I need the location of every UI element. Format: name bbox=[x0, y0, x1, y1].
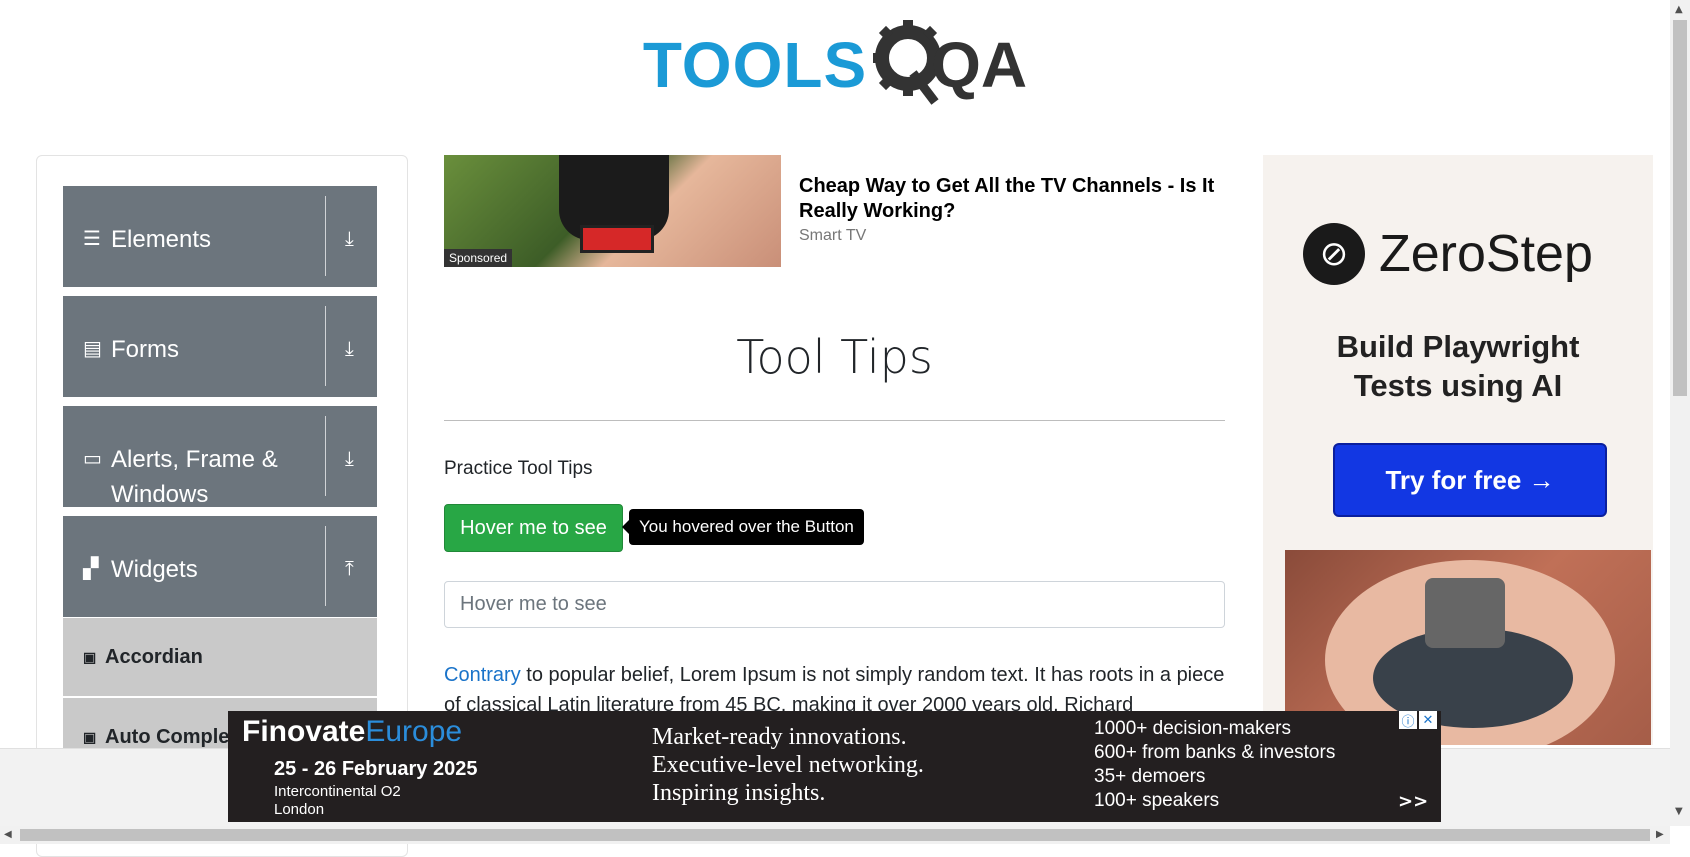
hover-me-button[interactable]: Hover me to see bbox=[444, 504, 623, 552]
separator bbox=[325, 196, 326, 276]
scroll-left-arrow-icon[interactable]: ◀ bbox=[4, 829, 12, 840]
ad-controls: ⓘ ✕ bbox=[1399, 711, 1437, 730]
horizontal-scrollbar-thumb[interactable] bbox=[20, 829, 1650, 841]
contrary-link[interactable]: Contrary bbox=[444, 664, 521, 686]
nav-group-widgets[interactable]: ▞ Widgets ⤒ bbox=[63, 516, 377, 617]
nav-group-label: Widgets bbox=[111, 556, 198, 583]
finovate-logo: FinovateEurope bbox=[242, 715, 463, 748]
banner-tagline: Market-ready innovations. Executive-leve… bbox=[652, 724, 924, 806]
scroll-right-arrow-icon[interactable]: ▶ bbox=[1656, 829, 1664, 840]
title-divider bbox=[444, 420, 1225, 421]
widgets-icon: ▞ bbox=[83, 556, 99, 580]
sponsored-ad-title[interactable]: Cheap Way to Get All the TV Channels - I… bbox=[799, 174, 1269, 224]
site-logo[interactable]: TOOLS QA bbox=[0, 0, 1670, 130]
more-arrow-icon[interactable]: >> bbox=[1398, 791, 1428, 812]
hdmi-graphic bbox=[1425, 578, 1505, 648]
download-arrow-icon[interactable]: ⤓ bbox=[345, 226, 354, 250]
nav-group-label: Forms bbox=[111, 336, 179, 363]
hdmi-graphic bbox=[580, 225, 654, 253]
zerostep-logo-icon: ⊘ bbox=[1303, 223, 1365, 285]
banner-stats: 1000+ decision-makers 600+ from banks & … bbox=[1094, 718, 1336, 811]
nav-group-label: Alerts, Frame & Windows bbox=[111, 446, 278, 508]
tooltip: You hovered over the Button bbox=[622, 509, 864, 545]
separator bbox=[325, 416, 326, 496]
html5-icon: ▣ bbox=[83, 728, 97, 745]
sponsored-badge: Sponsored bbox=[444, 249, 513, 267]
hamburger-icon: ☰ bbox=[83, 226, 101, 250]
practice-label: Practice Tool Tips bbox=[444, 458, 593, 479]
separator bbox=[325, 526, 326, 606]
document-icon: ▤ bbox=[83, 336, 102, 360]
sidebar-item-label: Auto Complete bbox=[105, 725, 248, 748]
hover-me-input[interactable] bbox=[444, 581, 1225, 628]
page-title: Tool Tips bbox=[736, 330, 933, 384]
window-icon: ▭ bbox=[83, 446, 102, 470]
zerostep-tagline: Build Playwright Tests using AI bbox=[1263, 327, 1653, 405]
event-date: 25 - 26 February 2025 bbox=[274, 758, 478, 780]
html5-icon: ▣ bbox=[83, 648, 97, 665]
sidebar-item-accordian[interactable]: ▣ Accordian bbox=[63, 618, 377, 696]
tagline-line-2: Tests using AI bbox=[1353, 368, 1563, 403]
download-arrow-icon[interactable]: ⤓ bbox=[345, 336, 354, 360]
close-icon[interactable]: ✕ bbox=[1419, 711, 1437, 729]
paragraph-text: to popular belief, Lorem Ipsum is not si… bbox=[444, 664, 1225, 716]
logo-qa-text: QA bbox=[931, 29, 1028, 101]
nav-group-label: Elements bbox=[111, 226, 212, 253]
upload-arrow-icon[interactable]: ⤒ bbox=[345, 556, 354, 580]
download-arrow-icon[interactable]: ⤓ bbox=[345, 446, 354, 470]
nav-group-alerts[interactable]: ▭ Alerts, Frame & Windows ⤓ bbox=[63, 406, 377, 508]
scroll-up-arrow-icon[interactable]: ▲ bbox=[1675, 4, 1683, 15]
scroll-down-arrow-icon[interactable]: ▼ bbox=[1675, 806, 1683, 817]
sponsored-ad-source[interactable]: Smart TV bbox=[799, 227, 866, 245]
finovate-banner-ad[interactable]: FinovateEurope 25 - 26 February 2025 Int… bbox=[228, 711, 1441, 822]
nav-group-elements[interactable]: ☰ Elements ⤓ bbox=[63, 186, 377, 287]
zerostep-ad[interactable]: ⊘ ZeroStep Build Playwright Tests using … bbox=[1263, 155, 1653, 745]
nav-group-forms[interactable]: ▤ Forms ⤓ bbox=[63, 296, 377, 397]
event-venue: Intercontinental O2 London bbox=[274, 783, 401, 818]
tagline-line-1: Build Playwright bbox=[1336, 329, 1580, 364]
try-for-free-button[interactable]: Try for free → bbox=[1333, 443, 1607, 517]
sidebar-item-label: Accordian bbox=[105, 645, 203, 668]
sponsored-ad-image[interactable]: Sponsored bbox=[444, 155, 781, 267]
zerostep-brand: ZeroStep bbox=[1379, 225, 1593, 283]
logo-tools-text: TOOLS bbox=[642, 29, 868, 101]
separator bbox=[325, 306, 326, 386]
vertical-scrollbar-thumb[interactable] bbox=[1673, 20, 1687, 396]
adchoices-icon[interactable]: ⓘ bbox=[1399, 711, 1417, 730]
